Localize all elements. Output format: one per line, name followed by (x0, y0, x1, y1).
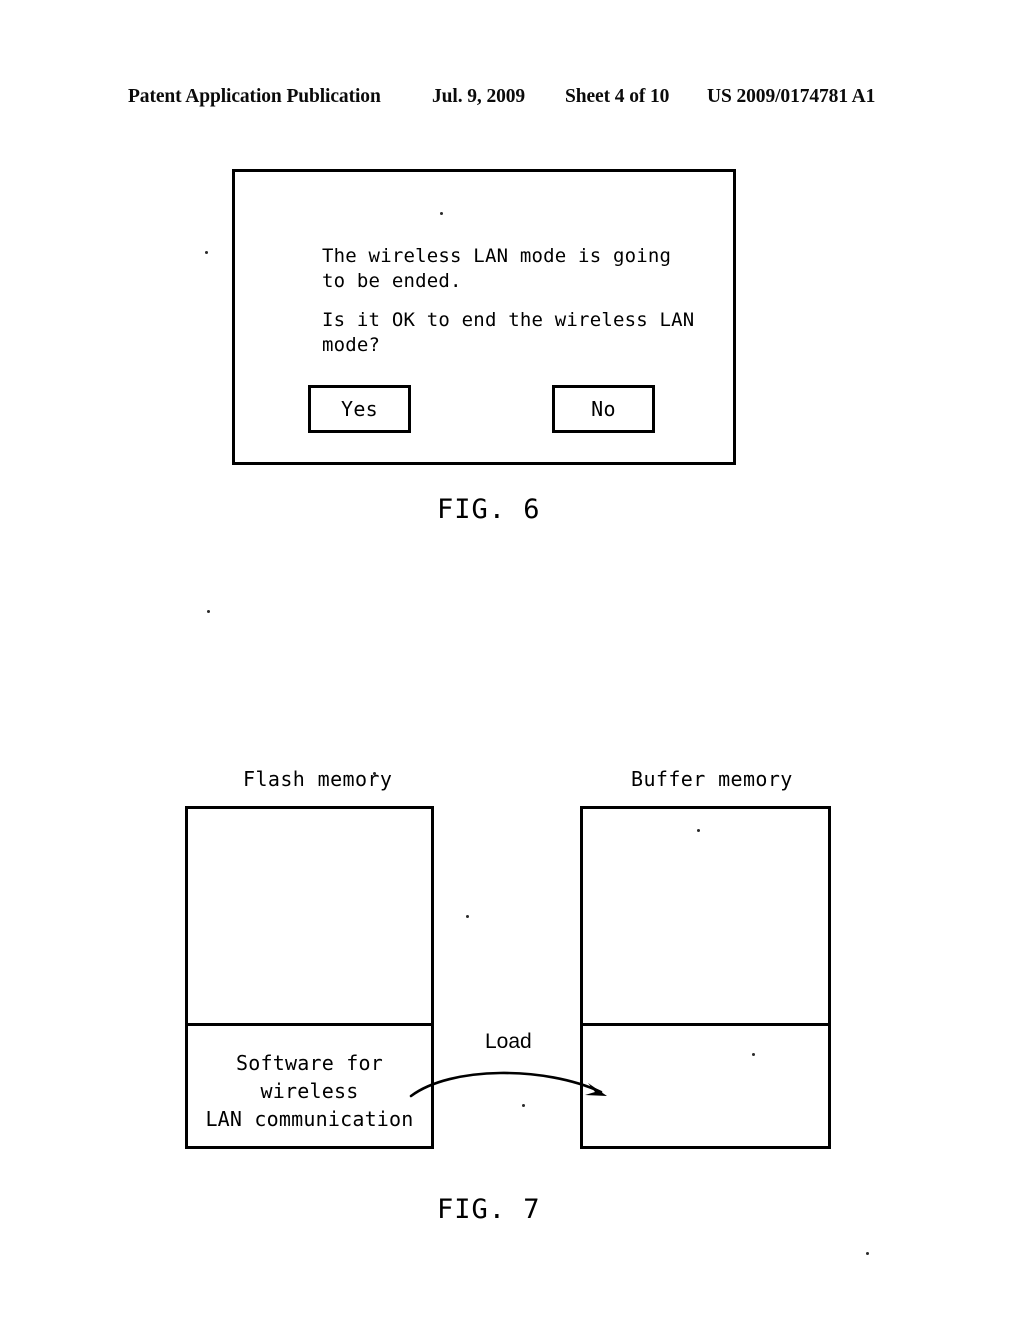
flash-memory-divider (188, 1023, 431, 1026)
figure-7-caption: FIG. 7 (437, 1194, 541, 1225)
scan-speck (205, 251, 208, 254)
scan-speck (440, 212, 443, 215)
scan-speck (207, 610, 210, 613)
scan-speck (866, 1252, 869, 1255)
load-arrow-icon (409, 1071, 607, 1098)
flash-memory-software-label: Software for wireless LAN communication (205, 1051, 414, 1131)
buffer-memory-divider (583, 1023, 828, 1026)
scan-speck (466, 915, 469, 918)
scan-speck (373, 772, 376, 775)
figure-7: Flash memory Buffer memory Software for … (0, 0, 1024, 1320)
flash-memory-title: Flash memory (243, 767, 393, 791)
scan-speck (752, 1053, 755, 1056)
scan-speck (697, 829, 700, 832)
buffer-memory-title: Buffer memory (631, 767, 793, 791)
scan-speck (522, 1104, 525, 1107)
flash-memory-box: Software for wireless LAN communication (185, 806, 434, 1149)
